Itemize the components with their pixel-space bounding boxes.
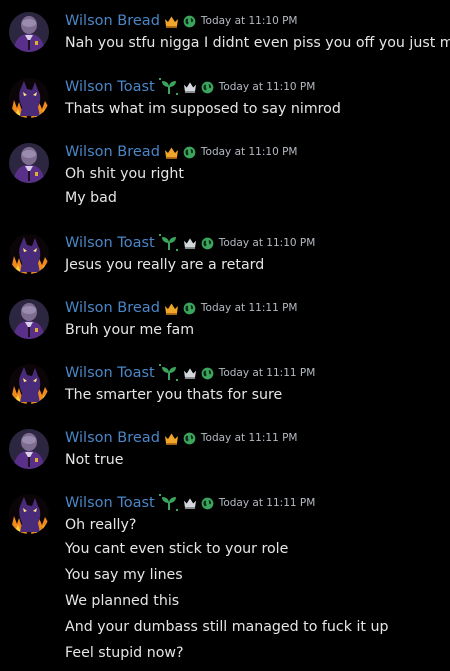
message-text: Nah you stfu nigga I didnt even piss you… — [65, 35, 450, 51]
globe-icon[interactable] — [201, 237, 214, 250]
message-text: We planned this — [65, 593, 180, 609]
crown-icon[interactable] — [164, 146, 179, 159]
globe-icon[interactable] — [183, 302, 196, 315]
timestamp[interactable]: Today at 11:11 PM — [201, 302, 298, 314]
message-header: Wilson Toast Today at 11:10 PM — [65, 76, 450, 98]
timestamp[interactable]: Today at 11:11 PM — [219, 367, 316, 379]
avatar[interactable] — [9, 12, 49, 52]
globe-icon[interactable] — [201, 367, 214, 380]
white-crown-icon[interactable] — [183, 367, 197, 379]
message-group: Wilson Bread Today at 11:11 PM Not true — [0, 427, 450, 471]
globe-icon[interactable] — [201, 497, 214, 510]
sprout-icon[interactable] — [158, 234, 179, 252]
username[interactable]: Wilson Toast — [65, 79, 155, 95]
timestamp[interactable]: Today at 11:11 PM — [219, 497, 316, 509]
message-header: Wilson Toast Today at 11:11 PM — [65, 492, 450, 514]
username[interactable]: Wilson Toast — [65, 365, 155, 381]
message-group: Wilson Bread Today at 11:10 PM Oh shit you… — [0, 141, 450, 211]
avatar[interactable] — [9, 364, 49, 404]
sprout-icon[interactable] — [158, 364, 179, 382]
message-header: Wilson Bread Today at 11:10 PM — [65, 141, 450, 163]
crown-icon[interactable] — [164, 15, 179, 28]
message-header: Wilson Bread Today at 11:11 PM — [65, 427, 450, 449]
message-header: Wilson Toast Today at 11:10 PM — [65, 232, 450, 254]
timestamp[interactable]: Today at 11:10 PM — [201, 146, 298, 158]
message-text: Bruh your me fam — [65, 322, 195, 338]
crown-icon[interactable] — [164, 302, 179, 315]
message-group: Wilson Bread Today at 11:11 PM Bruh your m… — [0, 297, 450, 341]
globe-icon[interactable] — [183, 15, 196, 28]
sprout-icon[interactable] — [158, 78, 179, 96]
globe-icon[interactable] — [201, 81, 214, 94]
message-group: Wilson Toast Today at 11:11 PM Oh really? Y… — [0, 492, 450, 666]
message-text: You cant even stick to your role — [65, 541, 289, 557]
avatar[interactable] — [9, 429, 49, 469]
timestamp[interactable]: Today at 11:10 PM — [219, 81, 316, 93]
avatar[interactable] — [9, 299, 49, 339]
globe-icon[interactable] — [183, 432, 196, 445]
message-text: Thats what im supposed to say nimrod — [65, 101, 341, 117]
message-header: Wilson Bread Today at 11:11 PM — [65, 297, 450, 319]
chat-message-list: Wilson Bread Today at 11:10 PM Nah you stf… — [0, 0, 450, 671]
message-text: You say my lines — [65, 567, 183, 583]
username[interactable]: Wilson Toast — [65, 495, 155, 511]
message-header: Wilson Bread Today at 11:10 PM — [65, 10, 450, 32]
white-crown-icon[interactable] — [183, 237, 197, 249]
message-text: Not true — [65, 452, 124, 468]
message-group: Wilson Toast Today at 11:10 PM Jesus you r… — [0, 232, 450, 276]
sprout-icon[interactable] — [158, 494, 179, 512]
username[interactable]: Wilson Bread — [65, 13, 160, 29]
crown-icon[interactable] — [164, 432, 179, 445]
username[interactable]: Wilson Bread — [65, 430, 160, 446]
timestamp[interactable]: Today at 11:10 PM — [219, 237, 316, 249]
message-group: Wilson Bread Today at 11:10 PM Nah you stf… — [0, 10, 450, 54]
avatar[interactable] — [9, 234, 49, 274]
white-crown-icon[interactable] — [183, 81, 197, 93]
avatar[interactable] — [9, 78, 49, 118]
username[interactable]: Wilson Bread — [65, 300, 160, 316]
timestamp[interactable]: Today at 11:10 PM — [201, 15, 298, 27]
username[interactable]: Wilson Bread — [65, 144, 160, 160]
avatar[interactable] — [9, 143, 49, 183]
message-text: Oh shit you right — [65, 166, 184, 182]
message-text: The smarter you thats for sure — [65, 387, 283, 403]
globe-icon[interactable] — [183, 146, 196, 159]
message-header: Wilson Toast Today at 11:11 PM — [65, 362, 450, 384]
white-crown-icon[interactable] — [183, 497, 197, 509]
username[interactable]: Wilson Toast — [65, 235, 155, 251]
message-text: Jesus you really are a retard — [65, 257, 265, 273]
message-text: My bad — [65, 190, 117, 206]
avatar[interactable] — [9, 494, 49, 534]
message-group: Wilson Toast Today at 11:10 PM Thats what … — [0, 76, 450, 120]
message-text: And your dumbass still managed to fuck i… — [65, 619, 389, 635]
timestamp[interactable]: Today at 11:11 PM — [201, 432, 298, 444]
message-text: Oh really? — [65, 517, 137, 533]
message-text: Feel stupid now? — [65, 645, 184, 661]
message-group: Wilson Toast Today at 11:11 PM The smarter… — [0, 362, 450, 406]
